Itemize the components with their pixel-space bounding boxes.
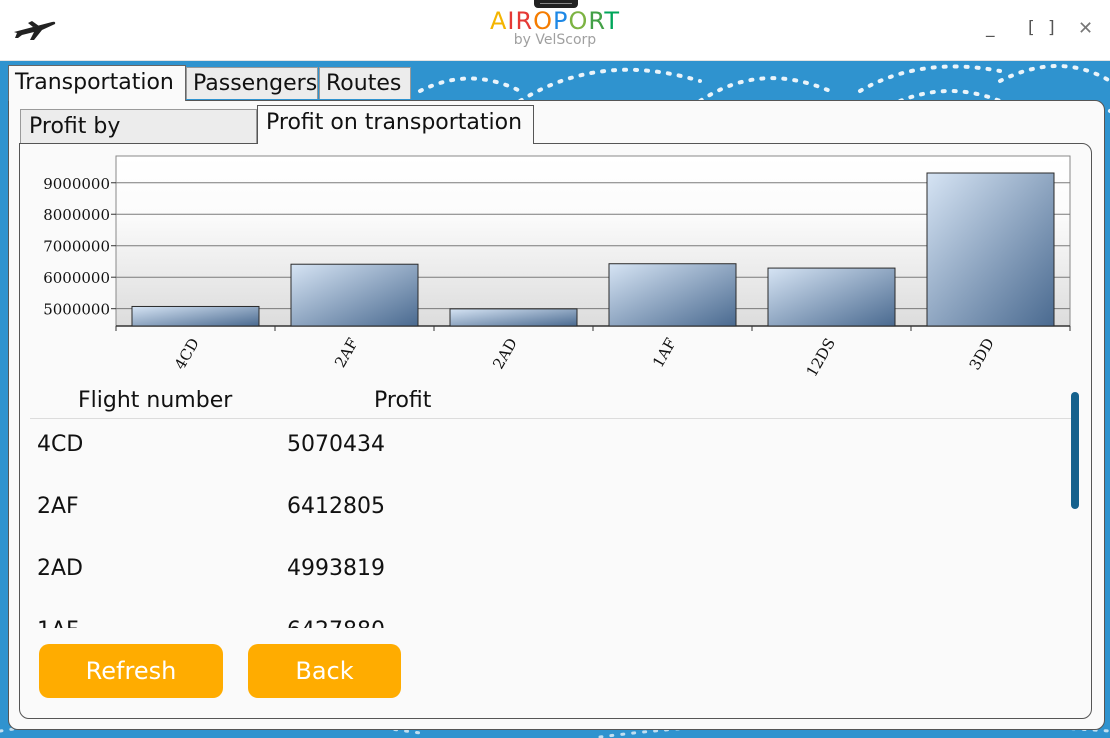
profit-cell: 5070434: [287, 432, 385, 457]
refresh-button[interactable]: Refresh: [39, 644, 223, 698]
app-logo-title: AIROPORT: [0, 8, 1110, 34]
tab-profit-by-destination[interactable]: Profit by destination: [20, 109, 257, 173]
logo-letter: O: [533, 7, 554, 35]
tab-routes[interactable]: Routes: [319, 67, 411, 99]
y-tick-label: 7000000: [43, 238, 110, 256]
logo-letter: O: [568, 7, 589, 35]
flight-number-cell: 4CD: [37, 432, 84, 457]
column-header-profit[interactable]: Profit: [374, 388, 431, 413]
table-row[interactable]: 1AF 6427880: [30, 605, 1060, 628]
tab-profit-on-transportation[interactable]: Profit on transportation: [257, 105, 534, 144]
logo-letter: T: [604, 7, 621, 35]
title-bar: AIROPORT by VelScorp _ [ ] ✕: [0, 0, 1110, 61]
bar-1AF: [608, 263, 737, 327]
logo-letter: A: [489, 7, 508, 35]
back-button[interactable]: Back: [248, 644, 401, 698]
table-header: Flight number Profit: [30, 386, 1074, 419]
table-row[interactable]: 2AD 4993819: [30, 543, 1060, 605]
table-row[interactable]: 4CD 5070434: [30, 419, 1060, 481]
profit-bar-chart: 5000000 6000000 7000000 8000000 9000000 4CD 2A…: [43, 155, 1071, 380]
y-tick-label: 5000000: [43, 301, 110, 319]
app-logo: AIROPORT by VelScorp: [0, 8, 1110, 48]
x-tick-label: 4CD: [171, 335, 203, 373]
app-subtitle: by VelScorp: [513, 32, 597, 48]
y-tick-label: 6000000: [43, 269, 110, 287]
minimize-button[interactable]: _: [986, 18, 995, 38]
y-tick-label: 9000000: [43, 175, 110, 193]
x-tick-label: 3DD: [966, 335, 998, 373]
x-tick-label: 2AD: [489, 335, 521, 372]
column-header-flight-number[interactable]: Flight number: [78, 388, 232, 413]
flight-number-cell: 2AF: [37, 494, 79, 519]
x-tick-label: 2AF: [331, 335, 362, 371]
bar-3DD: [926, 172, 1055, 327]
bar-2AD: [449, 308, 578, 327]
bar-4CD: [131, 305, 260, 327]
close-button[interactable]: ✕: [1078, 18, 1093, 39]
table-row[interactable]: 2AF 6412805: [30, 481, 1060, 543]
logo-letter: R: [515, 7, 534, 35]
table-scrollbar[interactable]: [1071, 392, 1079, 509]
profit-cell: 4993819: [287, 556, 385, 581]
logo-letter: P: [553, 7, 569, 35]
profit-cell: 6412805: [287, 494, 385, 519]
flight-number-cell: 1AF: [37, 618, 79, 628]
tab-passengers[interactable]: Passengers: [186, 67, 318, 99]
logo-letter: R: [588, 7, 605, 35]
profit-table-body[interactable]: 4CD 5070434 2AF 6412805 2AD 4993819 1AF …: [30, 419, 1060, 628]
x-tick-label: 1AF: [649, 335, 680, 371]
profit-cell: 6427880: [287, 618, 385, 628]
x-tick-label: 12DS: [803, 335, 839, 380]
maximize-button[interactable]: [ ]: [1028, 18, 1059, 38]
tab-transportation[interactable]: Transportation: [8, 65, 186, 101]
bar-2AF: [290, 263, 419, 327]
y-tick-label: 8000000: [43, 206, 110, 224]
bar-12DS: [767, 267, 896, 327]
flight-number-cell: 2AD: [37, 556, 83, 581]
